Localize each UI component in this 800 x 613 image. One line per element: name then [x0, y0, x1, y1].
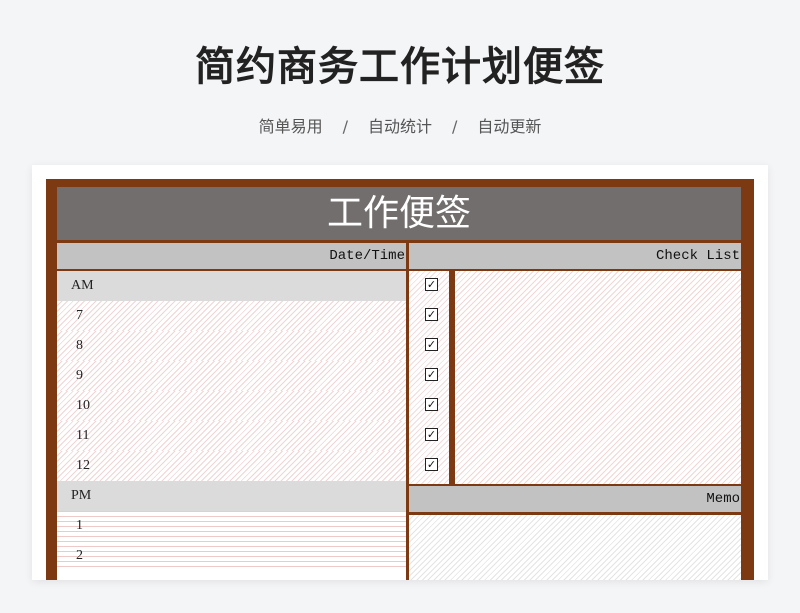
schedule-column: AM 7 8 9 10 11 12 PM 1 2: [57, 271, 406, 580]
memo-header: Memo: [409, 486, 741, 512]
sheet-banner-title: 工作便签: [57, 187, 741, 240]
tag-easy-to-use: 简单易用: [258, 117, 323, 136]
pm-section-label: PM: [57, 481, 406, 511]
tag-separator: /: [342, 117, 348, 136]
checkbox-checked-icon[interactable]: ✓: [425, 458, 438, 471]
tag-auto-stats: 自动统计: [367, 117, 432, 136]
checkbox-column: ✓ ✓ ✓ ✓ ✓ ✓ ✓: [409, 271, 449, 484]
checkbox-checked-icon[interactable]: ✓: [425, 308, 438, 321]
notepad-sheet: 工作便签 Date/Time Check List AM 7 8 9 10 11…: [46, 179, 754, 580]
tag-auto-update: 自动更新: [477, 117, 542, 136]
subtitle-tags: 简单易用 / 自动统计 / 自动更新: [0, 113, 800, 137]
checkbox-checked-icon[interactable]: ✓: [425, 338, 438, 351]
hour-row[interactable]: 2: [57, 541, 406, 571]
tag-separator: /: [452, 117, 458, 136]
template-preview-card: 工作便签 Date/Time Check List AM 7 8 9 10 11…: [32, 165, 768, 580]
checkbox-checked-icon[interactable]: ✓: [425, 398, 438, 411]
am-section-label: AM: [57, 271, 406, 301]
hour-row[interactable]: 8: [57, 331, 406, 361]
hour-row[interactable]: 9: [57, 361, 406, 391]
page-title: 简约商务工作计划便签: [195, 44, 605, 90]
hour-row[interactable]: 11: [57, 421, 406, 451]
memo-area[interactable]: [409, 515, 741, 580]
hour-row[interactable]: 7: [57, 301, 406, 331]
checkbox-checked-icon[interactable]: ✓: [425, 368, 438, 381]
check-list-header: Check List: [409, 243, 741, 269]
hour-row[interactable]: 12: [57, 451, 406, 481]
date-time-header: Date/Time: [57, 243, 406, 269]
hour-row[interactable]: 10: [57, 391, 406, 421]
check-list-area[interactable]: [455, 271, 741, 484]
checkbox-checked-icon[interactable]: ✓: [425, 428, 438, 441]
hour-row[interactable]: 1: [57, 511, 406, 541]
checkbox-checked-icon[interactable]: ✓: [425, 278, 438, 291]
